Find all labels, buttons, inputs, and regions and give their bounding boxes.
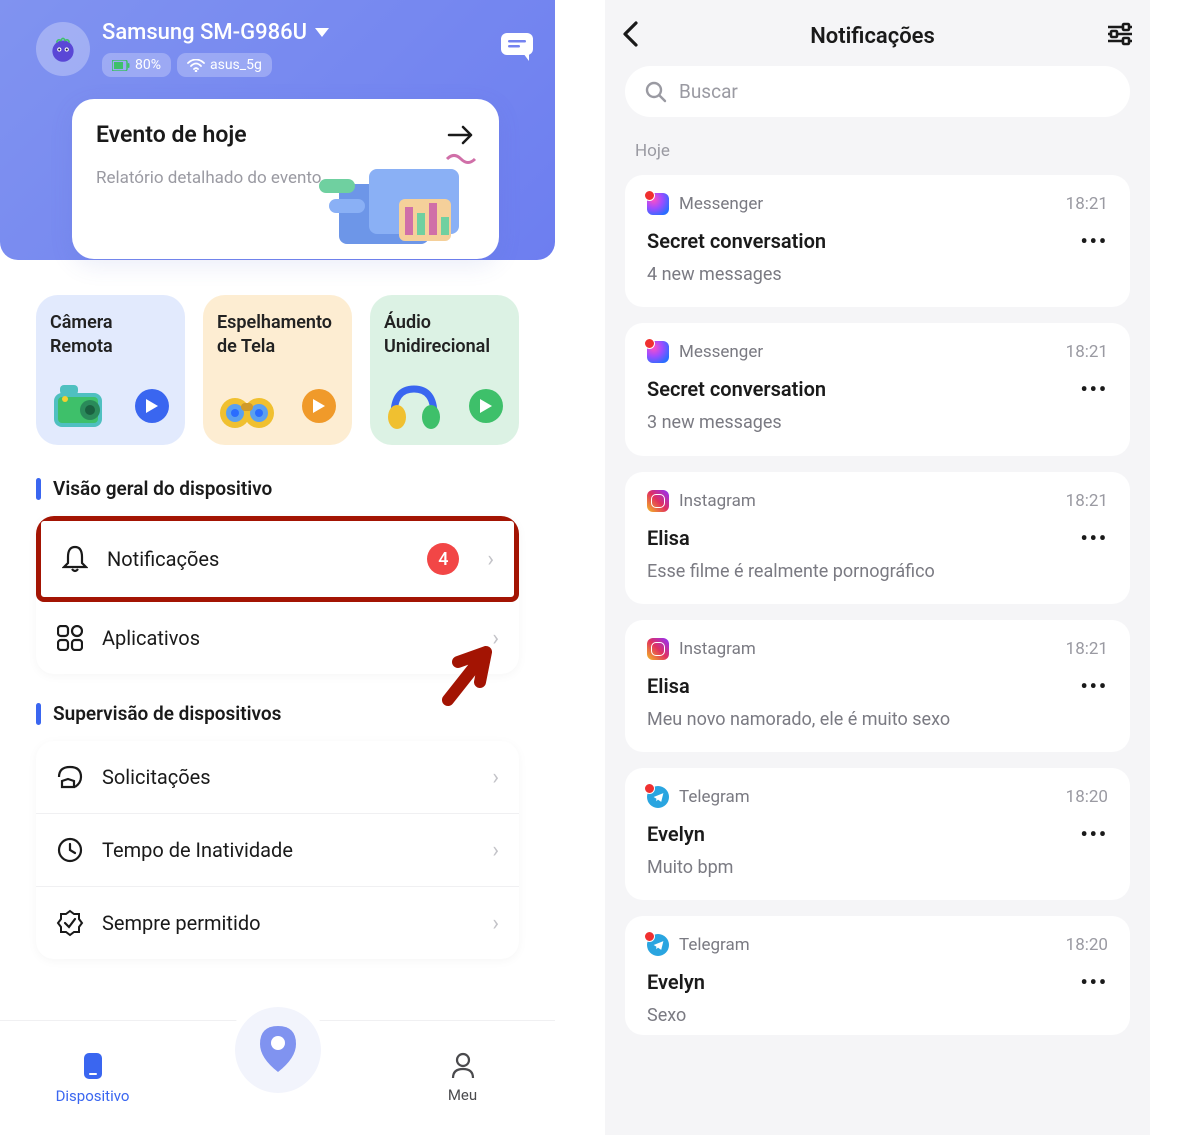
row-label: Notificações: [107, 547, 219, 571]
messenger-icon: [647, 341, 669, 363]
messages-button[interactable]: [499, 31, 535, 67]
card-label: Câmera Remota: [50, 312, 113, 357]
tab-me[interactable]: Meu: [370, 1052, 555, 1104]
row-label: Aplicativos: [102, 626, 200, 650]
tab-bar: Dispositivo Meu: [0, 1020, 555, 1135]
apps-icon: [56, 624, 84, 652]
tab-device[interactable]: Dispositivo: [0, 1051, 185, 1105]
chevron-down-icon: [315, 28, 329, 37]
event-title: Evento de hoje: [96, 121, 247, 148]
sliders-icon: [1106, 22, 1134, 46]
telegram-icon: [647, 786, 669, 808]
header: Samsung SM-G986U 80% asus_5g: [0, 0, 555, 259]
notifications-row[interactable]: Notificações 4 ›: [36, 516, 519, 602]
person-icon: [450, 1052, 476, 1080]
go-button: [302, 389, 336, 423]
search-input[interactable]: Buscar: [625, 66, 1130, 117]
chevron-left-icon: [621, 20, 639, 48]
bell-icon: [61, 545, 89, 573]
telegram-icon: [647, 934, 669, 956]
binoculars-icon: [217, 379, 277, 431]
instagram-icon: [647, 638, 669, 660]
chevron-right-icon: ›: [487, 547, 494, 572]
headphones-icon: [384, 379, 444, 431]
dashboard-screen: Samsung SM-G986U 80% asus_5g: [0, 0, 555, 1135]
messenger-icon: [647, 193, 669, 215]
notification-item[interactable]: Instagram18:21 Elisa••• Esse filme é rea…: [625, 472, 1130, 604]
clock-icon: [56, 836, 84, 864]
camera-icon: [50, 379, 110, 431]
row-label: Sempre permitido: [102, 911, 261, 935]
row-label: Tempo de Inatividade: [102, 838, 293, 862]
supervision-list: Solicitações › Tempo de Inatividade › Se…: [36, 741, 519, 959]
instagram-icon: [647, 490, 669, 512]
section-overview-title: Visão geral do dispositivo: [36, 477, 555, 500]
notification-item[interactable]: Telegram18:20 Evelyn••• Sexo: [625, 916, 1130, 1034]
more-button[interactable]: •••: [1080, 674, 1108, 698]
device-name: Samsung SM-G986U: [102, 20, 307, 45]
requests-row[interactable]: Solicitações ›: [36, 741, 519, 814]
wifi-badge: asus_5g: [177, 53, 272, 77]
location-pin-icon: [256, 1024, 300, 1076]
card-label: Espelhamento de Tela: [217, 312, 332, 357]
more-button[interactable]: •••: [1080, 822, 1108, 846]
arrow-right-icon: [447, 124, 475, 146]
battery-badge: 80%: [102, 53, 171, 77]
screen-mirroring-card[interactable]: Espelhamento de Tela: [203, 295, 352, 445]
notification-item[interactable]: Messenger18:21 Secret conversation••• 3 …: [625, 323, 1130, 455]
go-button: [469, 389, 503, 423]
notification-item[interactable]: Instagram18:21 Elisa••• Meu novo namorad…: [625, 620, 1130, 752]
notification-item[interactable]: Telegram18:20 Evelyn••• Muito bpm: [625, 768, 1130, 900]
section-today: Hoje: [635, 141, 1120, 161]
notification-badge: 4: [427, 543, 459, 575]
notification-list: Messenger18:21 Secret conversation••• 4 …: [625, 175, 1130, 1035]
back-button[interactable]: [621, 20, 639, 52]
avatar[interactable]: [36, 22, 90, 76]
battery-icon: [112, 60, 130, 71]
notifications-screen: Notificações Buscar Hoje Messenger18:21 …: [605, 0, 1150, 1135]
row-label: Solicitações: [102, 765, 211, 789]
chevron-right-icon: ›: [492, 911, 499, 936]
message-icon: [499, 31, 535, 63]
chevron-right-icon: ›: [492, 838, 499, 863]
location-fab[interactable]: [235, 1007, 321, 1093]
more-button[interactable]: •••: [1080, 377, 1108, 401]
card-label: Áudio Unidirecional: [384, 312, 490, 357]
phone-icon: [80, 1051, 106, 1081]
hand-shield-icon: [56, 763, 84, 791]
annotation-arrow: [430, 640, 510, 730]
event-card[interactable]: Evento de hoje Relatório detalhado do ev…: [72, 99, 499, 259]
one-way-audio-card[interactable]: Áudio Unidirecional: [370, 295, 519, 445]
filter-button[interactable]: [1106, 22, 1134, 50]
event-illustration: [289, 149, 489, 259]
chevron-right-icon: ›: [492, 765, 499, 790]
device-selector[interactable]: Samsung SM-G986U: [102, 20, 329, 45]
badge-check-icon: [56, 909, 84, 937]
notification-item[interactable]: Messenger18:21 Secret conversation••• 4 …: [625, 175, 1130, 307]
search-placeholder: Buscar: [679, 80, 738, 103]
right-header: Notificações: [605, 0, 1150, 66]
page-title: Notificações: [810, 24, 935, 49]
always-allowed-row[interactable]: Sempre permitido ›: [36, 887, 519, 959]
quick-actions: Câmera Remota Espelhamento de Tela Áudio…: [36, 295, 519, 445]
wifi-icon: [187, 59, 205, 72]
more-button[interactable]: •••: [1080, 970, 1108, 994]
more-button[interactable]: •••: [1080, 229, 1108, 253]
remote-camera-card[interactable]: Câmera Remota: [36, 295, 185, 445]
more-button[interactable]: •••: [1080, 526, 1108, 550]
go-button: [135, 389, 169, 423]
downtime-row[interactable]: Tempo de Inatividade ›: [36, 814, 519, 887]
search-icon: [645, 81, 667, 103]
